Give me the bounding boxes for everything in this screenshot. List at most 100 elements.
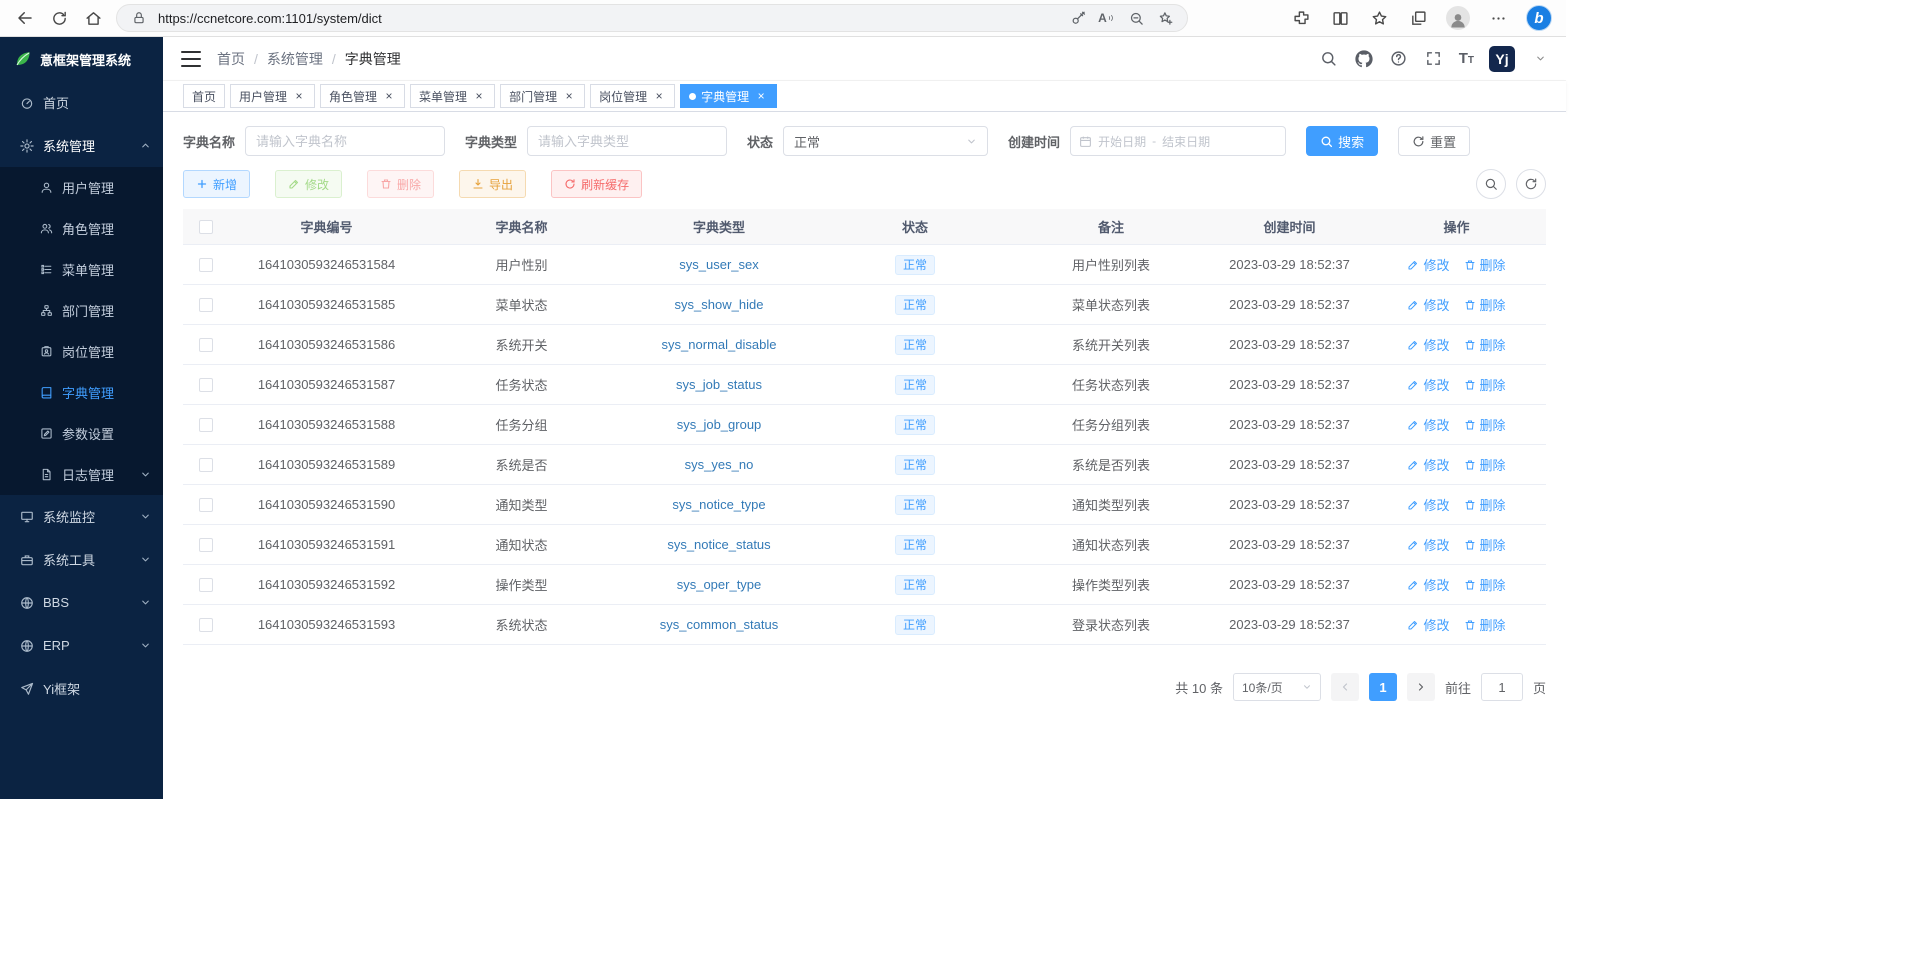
reset-button[interactable]: 重置 [1398, 126, 1470, 156]
extensions-icon[interactable] [1290, 7, 1312, 29]
read-aloud-icon[interactable]: A [1097, 8, 1117, 28]
tab-menu-management[interactable]: 菜单管理× [410, 84, 495, 108]
sidebar-item-system-monitor[interactable]: 系统监控 [0, 495, 163, 538]
sidebar-item-system-tools[interactable]: 系统工具 [0, 538, 163, 581]
row-delete-button[interactable]: 删除 [1464, 375, 1506, 394]
dict-type-link[interactable]: sys_notice_status [667, 537, 770, 552]
tab-dept-management[interactable]: 部门管理× [500, 84, 585, 108]
sidebar-item-param-settings[interactable]: 参数设置 [0, 413, 163, 454]
sidebar-item-dict-management[interactable]: 字典管理 [0, 372, 163, 413]
close-icon[interactable]: × [754, 89, 768, 103]
row-edit-button[interactable]: 修改 [1407, 575, 1449, 594]
row-checkbox[interactable] [199, 258, 213, 272]
address-bar[interactable]: https://ccnetcore.com:1101/system/dict A [116, 4, 1188, 32]
favorites-icon[interactable] [1368, 7, 1390, 29]
breadcrumb-home[interactable]: 首页 [217, 49, 245, 69]
select-all-checkbox[interactable] [199, 220, 213, 234]
row-delete-button[interactable]: 删除 [1464, 575, 1506, 594]
row-delete-button[interactable]: 删除 [1464, 535, 1506, 554]
github-icon[interactable] [1354, 49, 1374, 69]
profile-avatar[interactable] [1446, 6, 1470, 30]
row-checkbox[interactable] [199, 418, 213, 432]
chevron-down-icon[interactable] [1530, 49, 1550, 69]
key-icon[interactable] [1068, 8, 1088, 28]
dict-type-link[interactable]: sys_oper_type [677, 577, 762, 592]
back-icon[interactable] [10, 3, 40, 33]
row-checkbox[interactable] [199, 338, 213, 352]
sidebar-item-system-management[interactable]: 系统管理 [0, 124, 163, 167]
sidebar-item-home[interactable]: 首页 [0, 81, 163, 124]
sidebar-item-role-management[interactable]: 角色管理 [0, 208, 163, 249]
row-checkbox[interactable] [199, 458, 213, 472]
prev-page-button[interactable] [1331, 673, 1359, 701]
row-delete-button[interactable]: 删除 [1464, 615, 1506, 634]
copilot-icon[interactable]: b [1526, 5, 1552, 31]
dict-type-link[interactable]: sys_show_hide [675, 297, 764, 312]
export-button[interactable]: 导出 [459, 170, 526, 198]
add-button[interactable]: 新增 [183, 170, 250, 198]
sidebar-item-erp[interactable]: ERP [0, 624, 163, 667]
dict-name-input[interactable] [245, 126, 445, 156]
row-checkbox[interactable] [199, 618, 213, 632]
sidebar-item-yi-framework[interactable]: Yi框架 [0, 667, 163, 710]
sidebar-item-post-management[interactable]: 岗位管理 [0, 331, 163, 372]
help-icon[interactable] [1389, 49, 1409, 69]
row-checkbox[interactable] [199, 498, 213, 512]
dict-type-link[interactable]: sys_job_status [676, 377, 762, 392]
more-menu-icon[interactable] [1487, 7, 1509, 29]
edit-button[interactable]: 修改 [275, 170, 342, 198]
search-icon[interactable] [1319, 49, 1339, 69]
goto-page-input[interactable] [1481, 673, 1523, 701]
refresh-cache-button[interactable]: 刷新缓存 [551, 170, 642, 198]
dict-type-link[interactable]: sys_job_group [677, 417, 762, 432]
reload-icon[interactable] [44, 3, 74, 33]
fullscreen-icon[interactable] [1424, 49, 1444, 69]
search-button[interactable]: 搜索 [1306, 126, 1378, 156]
delete-button[interactable]: 删除 [367, 170, 434, 198]
row-delete-button[interactable]: 删除 [1464, 255, 1506, 274]
row-edit-button[interactable]: 修改 [1407, 535, 1449, 554]
tab-home[interactable]: 首页 [183, 84, 225, 108]
close-icon[interactable]: × [472, 89, 486, 103]
date-range-picker[interactable]: 开始日期 - 结束日期 [1070, 126, 1286, 156]
row-delete-button[interactable]: 删除 [1464, 495, 1506, 514]
row-edit-button[interactable]: 修改 [1407, 415, 1449, 434]
hamburger-icon[interactable] [181, 51, 201, 67]
status-select[interactable]: 正常 [783, 126, 988, 156]
collections-icon[interactable] [1407, 7, 1429, 29]
font-size-icon[interactable]: TT [1459, 50, 1474, 67]
dict-type-link[interactable]: sys_notice_type [672, 497, 765, 512]
row-delete-button[interactable]: 删除 [1464, 295, 1506, 314]
row-checkbox[interactable] [199, 298, 213, 312]
dict-type-link[interactable]: sys_common_status [660, 617, 779, 632]
row-edit-button[interactable]: 修改 [1407, 375, 1449, 394]
row-edit-button[interactable]: 修改 [1407, 495, 1449, 514]
row-edit-button[interactable]: 修改 [1407, 335, 1449, 354]
close-icon[interactable]: × [562, 89, 576, 103]
row-checkbox[interactable] [199, 578, 213, 592]
sidebar-item-menu-management[interactable]: 菜单管理 [0, 249, 163, 290]
favorite-add-icon[interactable] [1155, 8, 1175, 28]
row-checkbox[interactable] [199, 378, 213, 392]
row-edit-button[interactable]: 修改 [1407, 455, 1449, 474]
dict-type-input[interactable] [527, 126, 727, 156]
dict-type-link[interactable]: sys_normal_disable [662, 337, 777, 352]
row-delete-button[interactable]: 删除 [1464, 415, 1506, 434]
toggle-search-button[interactable] [1476, 169, 1506, 199]
row-checkbox[interactable] [199, 538, 213, 552]
close-icon[interactable]: × [292, 89, 306, 103]
refresh-table-button[interactable] [1516, 169, 1546, 199]
row-delete-button[interactable]: 删除 [1464, 455, 1506, 474]
next-page-button[interactable] [1407, 673, 1435, 701]
user-avatar[interactable]: Yj [1489, 46, 1515, 72]
page-size-select[interactable]: 10条/页 [1233, 673, 1321, 701]
dict-type-link[interactable]: sys_user_sex [679, 257, 758, 272]
current-page[interactable]: 1 [1369, 673, 1397, 701]
sidebar-item-dept-management[interactable]: 部门管理 [0, 290, 163, 331]
sidebar-item-log-management[interactable]: 日志管理 [0, 454, 163, 495]
sidebar-item-user-management[interactable]: 用户管理 [0, 167, 163, 208]
row-delete-button[interactable]: 删除 [1464, 335, 1506, 354]
zoom-out-icon[interactable] [1126, 8, 1146, 28]
home-icon[interactable] [78, 3, 108, 33]
row-edit-button[interactable]: 修改 [1407, 255, 1449, 274]
